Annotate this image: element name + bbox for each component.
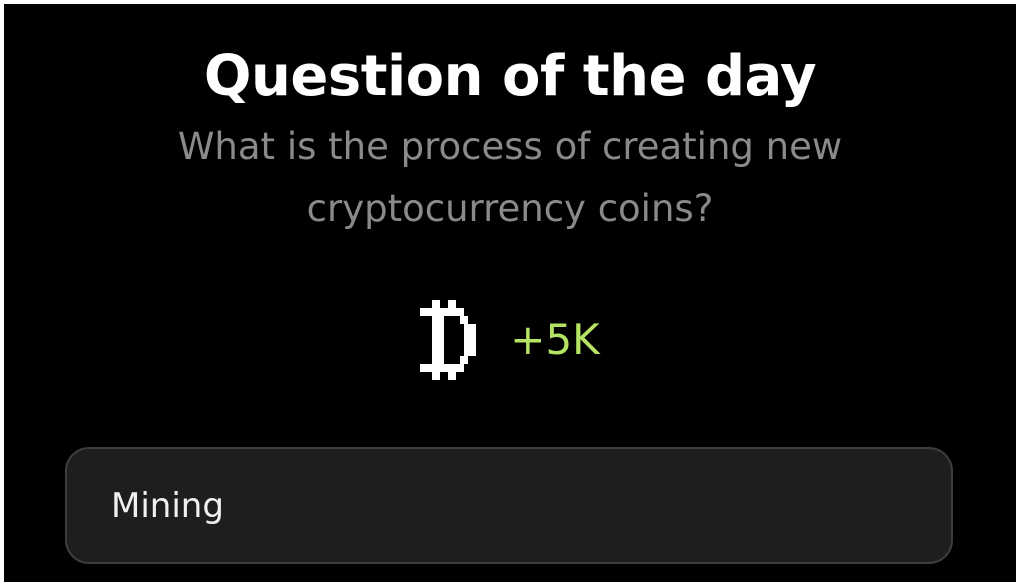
- quiz-title: Question of the day: [203, 44, 817, 109]
- quiz-screen: Question of the day What is the process …: [4, 4, 1016, 582]
- answer-option-button[interactable]: Mining: [65, 447, 953, 564]
- reward-row: +5K: [4, 300, 1016, 380]
- answer-option-label: Mining: [111, 485, 224, 526]
- bitcoin-pixel-icon: [420, 300, 477, 380]
- quiz-question: What is the process of creating new cryp…: [177, 125, 843, 230]
- reward-amount: +5K: [510, 315, 600, 364]
